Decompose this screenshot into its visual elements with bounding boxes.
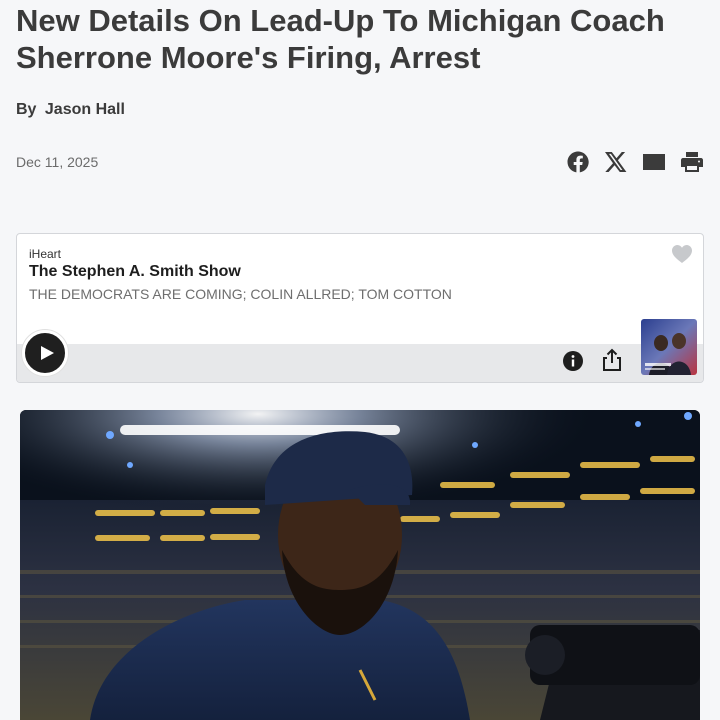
- publish-date: Dec 11, 2025: [16, 154, 99, 170]
- hero-photo-stadium-coach: [20, 410, 700, 720]
- byline-prefix: By: [16, 101, 37, 118]
- print-icon: [681, 152, 703, 172]
- show-title[interactable]: The Stephen A. Smith Show: [29, 263, 241, 281]
- podcast-cover-art: [641, 319, 697, 375]
- byline: By Jason Hall: [16, 101, 125, 119]
- podcast-thumbnail[interactable]: [641, 319, 697, 375]
- info-icon: [563, 351, 583, 371]
- email-share-button[interactable]: [642, 148, 666, 176]
- x-share-button[interactable]: [604, 148, 628, 176]
- author-link[interactable]: Jason Hall: [45, 101, 125, 118]
- play-icon: [40, 346, 54, 360]
- player-share-button[interactable]: [601, 348, 623, 372]
- facebook-icon: [567, 151, 589, 173]
- facebook-share-button[interactable]: [566, 148, 590, 176]
- share-icon: [603, 348, 621, 371]
- play-button[interactable]: [22, 330, 68, 376]
- episode-title: THE DEMOCRATS ARE COMING; COLIN ALLRED; …: [29, 286, 452, 302]
- x-icon: [605, 152, 627, 172]
- email-icon: [643, 154, 665, 170]
- article-headline: New Details On Lead-Up To Michigan Coach…: [16, 3, 665, 75]
- player-brand: iHeart: [29, 247, 62, 261]
- info-button[interactable]: [562, 350, 584, 372]
- share-bar: [566, 148, 704, 176]
- iheart-logo-icon[interactable]: [671, 244, 693, 264]
- podcast-player: iHeart The Stephen A. Smith Show THE DEM…: [16, 233, 704, 383]
- hero-image: [20, 410, 700, 720]
- print-button[interactable]: [680, 148, 704, 176]
